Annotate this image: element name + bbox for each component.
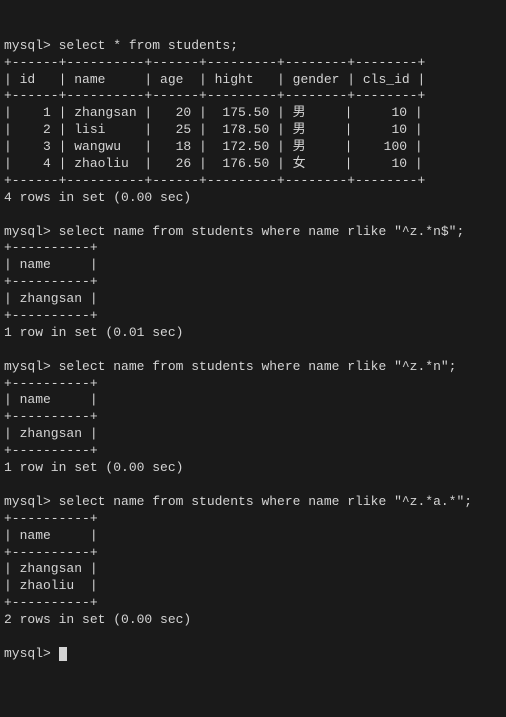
prompt: mysql> bbox=[4, 494, 59, 509]
table-row: | 1 | zhangsan | 20 | 175.50 | 男 | 10 | bbox=[4, 105, 423, 120]
terminal-output: mysql> select * from students; +------+-… bbox=[4, 38, 502, 663]
prompt: mysql> bbox=[4, 359, 59, 374]
query-text: select name from students where name rli… bbox=[59, 359, 457, 374]
query-text: select * from students; bbox=[59, 38, 238, 53]
table-separator: +------+----------+------+---------+----… bbox=[4, 88, 425, 103]
table-separator: +----------+ bbox=[4, 376, 98, 391]
result-footer: 2 rows in set (0.00 sec) bbox=[4, 612, 191, 627]
table-separator: +----------+ bbox=[4, 274, 98, 289]
prompt: mysql> bbox=[4, 38, 59, 53]
table-row: | zhangsan | bbox=[4, 291, 98, 306]
table-row: | zhangsan | bbox=[4, 426, 98, 441]
query-text: select name from students where name rli… bbox=[59, 494, 472, 509]
table-row: | 2 | lisi | 25 | 178.50 | 男 | 10 | bbox=[4, 122, 423, 137]
result-footer: 1 row in set (0.01 sec) bbox=[4, 325, 183, 340]
table-header: | name | bbox=[4, 392, 98, 407]
table-row: | zhaoliu | bbox=[4, 578, 98, 593]
prompt: mysql> bbox=[4, 224, 59, 239]
table-separator: +----------+ bbox=[4, 511, 98, 526]
table-row: | 4 | zhaoliu | 26 | 176.50 | 女 | 10 | bbox=[4, 156, 423, 171]
table-row: | 3 | wangwu | 18 | 172.50 | 男 | 100 | bbox=[4, 139, 423, 154]
table-separator: +----------+ bbox=[4, 443, 98, 458]
result-footer: 4 rows in set (0.00 sec) bbox=[4, 190, 191, 205]
prompt[interactable]: mysql> bbox=[4, 646, 59, 661]
table-separator: +----------+ bbox=[4, 595, 98, 610]
table-header: | id | name | age | hight | gender | cls… bbox=[4, 72, 425, 87]
table-separator: +----------+ bbox=[4, 409, 98, 424]
table-separator: +----------+ bbox=[4, 545, 98, 560]
table-header: | name | bbox=[4, 528, 98, 543]
result-footer: 1 row in set (0.00 sec) bbox=[4, 460, 183, 475]
cursor[interactable] bbox=[59, 647, 67, 661]
table-separator: +------+----------+------+---------+----… bbox=[4, 55, 425, 70]
query-text: select name from students where name rli… bbox=[59, 224, 465, 239]
table-separator: +----------+ bbox=[4, 308, 98, 323]
table-separator: +----------+ bbox=[4, 240, 98, 255]
table-header: | name | bbox=[4, 257, 98, 272]
table-separator: +------+----------+------+---------+----… bbox=[4, 173, 425, 188]
